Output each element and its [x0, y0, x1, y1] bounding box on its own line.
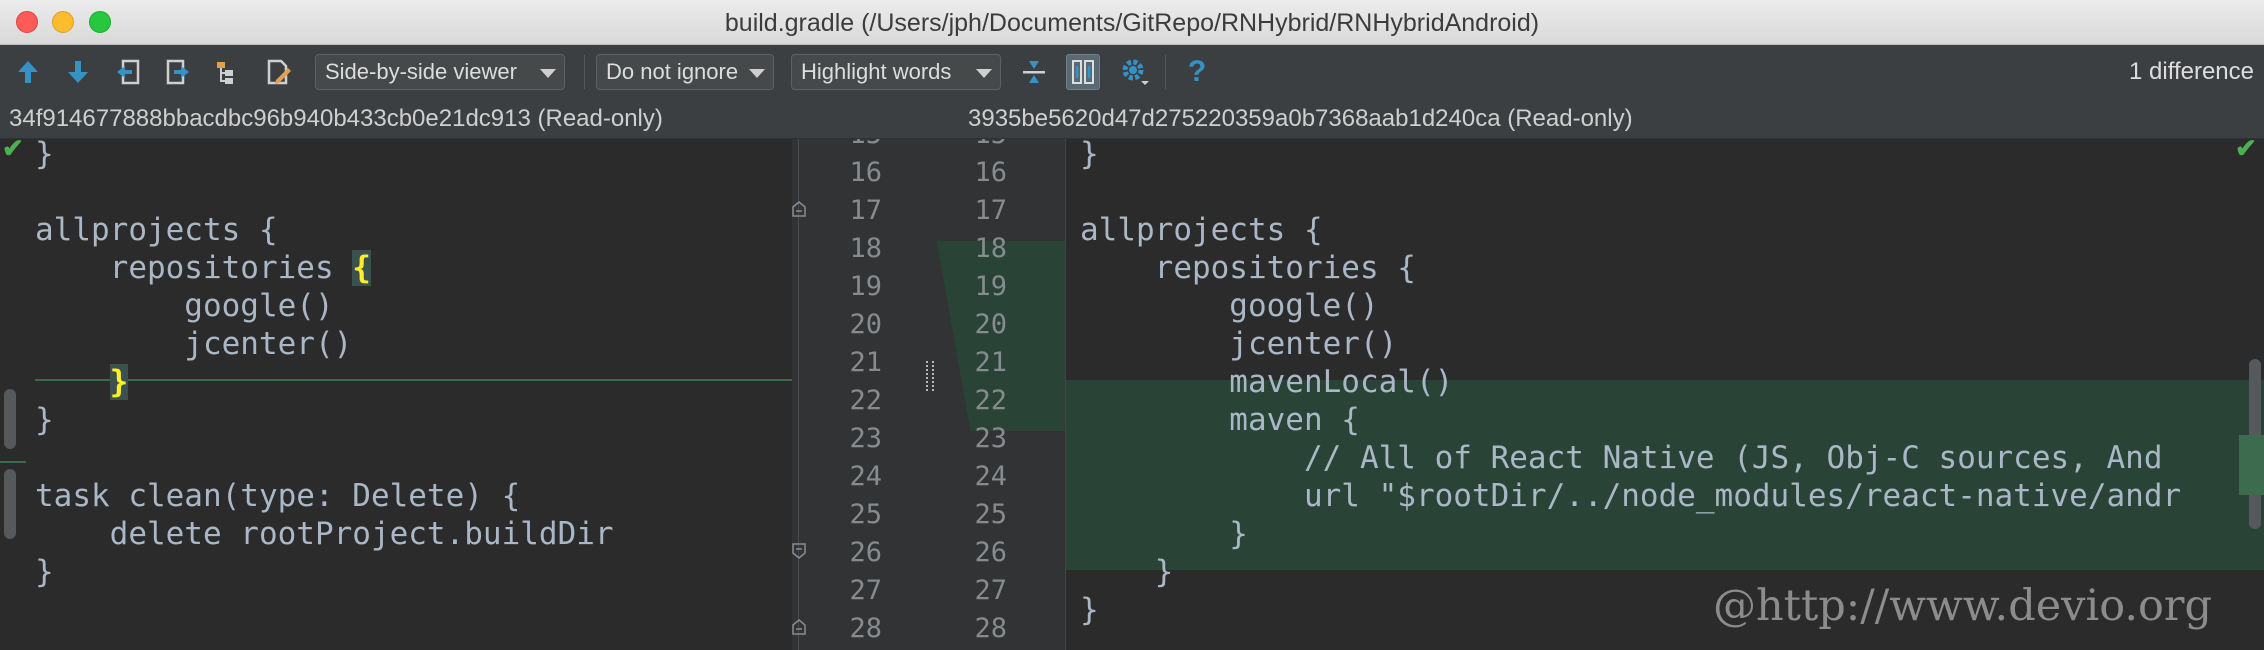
left-line-number: 25: [849, 499, 882, 530]
code-line: task clean(type: Delete) {: [35, 478, 521, 514]
toolbar-separator: [1165, 55, 1166, 89]
next-difference-icon[interactable]: [61, 54, 95, 90]
code-text: repositories: [35, 250, 353, 286]
difference-count: 1 difference: [2129, 58, 2254, 85]
sync-scroll-icon[interactable]: [1066, 54, 1100, 90]
left-line-number: 20: [849, 309, 882, 340]
compare-next-file-icon[interactable]: [161, 54, 195, 90]
left-line-number: 18: [849, 233, 882, 264]
left-revision-label: 34f914677888bbacdbc96b940b433cb0e21dc913…: [9, 105, 663, 132]
left-scrollbar-thumb[interactable]: [4, 389, 16, 449]
viewer-mode-label: Side-by-side viewer: [325, 59, 517, 84]
chevron-down-icon: [540, 69, 556, 78]
added-code-line: mavenLocal(): [1080, 364, 1454, 400]
left-line-number: 23: [849, 423, 882, 454]
right-line-number: 26: [974, 537, 1007, 568]
fold-marker-icon[interactable]: [792, 201, 806, 217]
left-line-number: 17: [849, 195, 882, 226]
diff-window: build.gradle (/Users/jph/Documents/GitRe…: [0, 0, 2264, 650]
code-line: allprojects {: [35, 212, 278, 248]
revision-header: 34f914677888bbacdbc96b940b433cb0e21dc913…: [0, 100, 2264, 139]
right-line-number: 24: [974, 461, 1007, 492]
settings-icon[interactable]: [1118, 54, 1152, 90]
matched-brace: }: [109, 364, 129, 400]
right-line-number: 18: [974, 233, 1007, 264]
left-line-number: 16: [849, 157, 882, 188]
window-title: build.gradle (/Users/jph/Documents/GitRe…: [724, 9, 1540, 37]
code-line: google(): [1080, 288, 1379, 324]
right-line-number: 17: [974, 195, 1007, 226]
left-line-number: 21: [849, 347, 882, 378]
matched-brace: {: [352, 250, 371, 286]
go-to-changed-file-icon[interactable]: [211, 54, 245, 90]
right-editor-pane[interactable]: } allprojects { repositories { google() …: [1065, 139, 2264, 650]
code-line: }: [1080, 139, 1099, 172]
right-line-number: 25: [974, 499, 1007, 530]
ignore-mode-dropdown[interactable]: Do not ignore: [596, 54, 774, 90]
diff-toolbar: Side-by-side viewer Do not ignore Highli…: [0, 45, 2264, 100]
ignore-mode-label: Do not ignore: [606, 59, 739, 84]
left-line-number: 15: [832, 139, 882, 154]
chevron-down-icon: [976, 69, 992, 78]
added-code-line: // All of React Native (JS, Obj-C source…: [1080, 440, 2163, 476]
fold-marker-icon[interactable]: [792, 619, 806, 635]
code-line: }: [1080, 554, 1174, 590]
code-line: repositories {: [1080, 250, 1416, 286]
left-line-number: 24: [849, 461, 882, 492]
toolbar-separator: [584, 55, 585, 89]
no-errors-check-icon: ✔: [2235, 139, 2257, 163]
left-line-number: 28: [849, 613, 882, 644]
left-editor-pane[interactable]: } allprojects { repositories { google() …: [0, 139, 792, 650]
code-line: }: [35, 554, 54, 590]
right-revision-label: 3935be5620d47d275220359a0b7368aab1d240ca…: [968, 105, 1633, 132]
line-number-gutter: 15 16 17 18 19 20 21 22 23 24 25 26 27 2…: [792, 139, 1065, 650]
no-errors-check-icon: ✔: [2, 139, 24, 163]
change-marker: [0, 461, 26, 463]
edit-source-icon[interactable]: [261, 54, 295, 90]
added-code-line: url "$rootDir/../node_modules/react-nati…: [1080, 478, 2182, 514]
code-line: repositories {: [35, 249, 371, 287]
code-line: jcenter(): [1080, 326, 1398, 362]
code-line: }: [35, 139, 54, 172]
left-line-number: 26: [849, 537, 882, 568]
code-line: allprojects {: [1080, 212, 1323, 248]
watermark-text: @http://www.devio.org: [1712, 581, 2212, 631]
code-line: google(): [35, 288, 334, 324]
highlight-mode-label: Highlight words: [801, 59, 952, 84]
help-icon[interactable]: ?: [1180, 54, 1214, 90]
left-scrollbar-thumb[interactable]: [4, 469, 16, 539]
code-line: }: [35, 402, 54, 438]
left-line-number: 27: [849, 575, 882, 606]
right-line-number: 21: [974, 347, 1007, 378]
right-line-number: 20: [974, 309, 1007, 340]
diff-editor: } allprojects { repositories { google() …: [0, 139, 2264, 650]
chevron-down-icon: [749, 69, 765, 78]
code-line: }: [1080, 592, 1099, 628]
right-line-number: 22: [974, 385, 1007, 416]
left-line-number: 22: [849, 385, 882, 416]
right-line-number: 15: [957, 139, 1007, 154]
right-line-number: 19: [974, 271, 1007, 302]
code-line: delete rootProject.buildDir: [35, 516, 614, 552]
added-code-line: maven {: [1080, 402, 1360, 438]
title-bar: build.gradle (/Users/jph/Documents/GitRe…: [0, 0, 2264, 45]
change-marker: [2239, 435, 2264, 495]
collapse-unchanged-icon[interactable]: [1017, 54, 1051, 90]
prev-difference-icon[interactable]: [11, 54, 45, 90]
added-code-line: }: [1080, 516, 1248, 552]
code-line: jcenter(): [35, 326, 353, 362]
insertion-marker-line: [35, 379, 792, 381]
left-line-number: 19: [849, 271, 882, 302]
right-line-number: 23: [974, 423, 1007, 454]
fold-marker-icon[interactable]: [792, 543, 806, 559]
right-line-number: 16: [974, 157, 1007, 188]
highlight-mode-dropdown[interactable]: Highlight words: [791, 54, 1001, 90]
divider-drag-handle[interactable]: [926, 361, 934, 391]
right-line-number: 28: [974, 613, 1007, 644]
compare-previous-file-icon[interactable]: [111, 54, 145, 90]
right-line-number: 27: [974, 575, 1007, 606]
viewer-mode-dropdown[interactable]: Side-by-side viewer: [315, 54, 565, 90]
code-line: }: [35, 363, 129, 401]
